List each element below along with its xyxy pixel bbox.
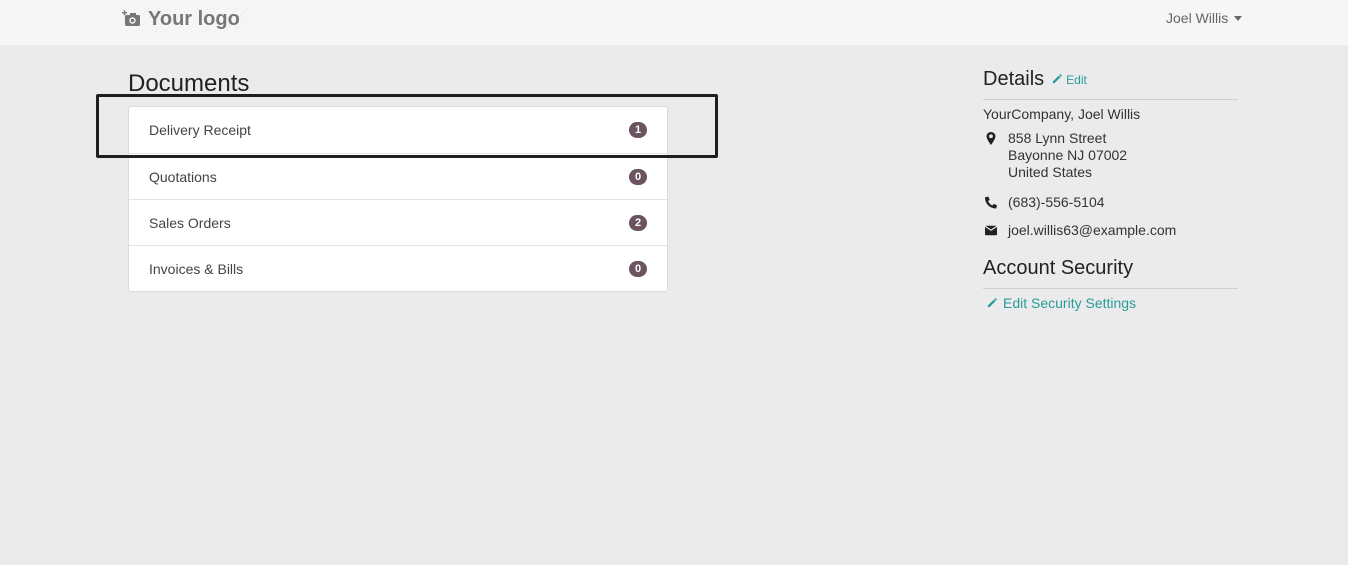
user-name: Joel Willis <box>1166 10 1229 26</box>
edit-label: Edit <box>1066 72 1087 87</box>
security-title: Account Security <box>983 257 1134 279</box>
edit-security-label: Edit Security Settings <box>1003 295 1137 311</box>
doc-item-label: Quotations <box>149 168 217 185</box>
logo[interactable]: Your logo <box>122 6 248 32</box>
edit-details-link[interactable]: Edit <box>1052 73 1087 87</box>
documents-list: Delivery Receipt 1 Quotations 0 Sales Or… <box>128 106 668 292</box>
top-navbar: Your logo Joel Willis <box>0 0 1348 45</box>
count-badge: 1 <box>629 122 647 138</box>
doc-item-quotations[interactable]: Quotations 0 <box>129 153 667 199</box>
address-block: 858 Lynn Street Bayonne NJ 07002 United … <box>1008 130 1127 181</box>
address-line1: 858 Lynn Street <box>1008 130 1107 146</box>
details-panel: Details Edit YourCompany, Joel Willis 85… <box>983 68 1238 311</box>
email-address: joel.willis63@example.com <box>1008 222 1177 238</box>
camera-plus-icon <box>122 10 140 26</box>
doc-item-label: Sales Orders <box>149 214 231 231</box>
doc-item-sales-orders[interactable]: Sales Orders 2 <box>129 199 667 245</box>
phone-icon <box>983 194 998 211</box>
count-badge: 2 <box>629 214 647 231</box>
company-name: YourCompany, Joel Willis <box>983 106 1141 122</box>
doc-item-label: Invoices & Bills <box>149 260 244 277</box>
details-header: Details Edit <box>983 68 1238 100</box>
envelope-icon <box>983 222 998 239</box>
edit-security-settings-link[interactable]: Edit Security Settings <box>983 295 1238 311</box>
details-title: Details <box>983 68 1045 90</box>
security-header: Account Security <box>983 257 1238 289</box>
phone-number: (683)-556-5104 <box>1008 194 1105 210</box>
count-badge: 0 <box>629 260 647 277</box>
address-row: 858 Lynn Street Bayonne NJ 07002 United … <box>983 130 1238 181</box>
documents-title: Documents <box>128 70 250 97</box>
logo-text: Your logo <box>148 7 240 30</box>
pencil-icon <box>1052 73 1063 87</box>
doc-item-invoices-bills[interactable]: Invoices & Bills 0 <box>129 245 667 291</box>
count-badge: 0 <box>629 168 647 185</box>
pencil-icon <box>987 295 998 311</box>
address-line3: United States <box>1008 164 1093 180</box>
doc-item-label: Delivery Receipt <box>149 122 251 138</box>
doc-item-delivery-receipt[interactable]: Delivery Receipt 1 <box>129 107 667 153</box>
phone-row: (683)-556-5104 <box>983 194 1238 211</box>
caret-down-icon <box>1234 16 1243 21</box>
email-row: joel.willis63@example.com <box>983 222 1238 239</box>
address-line2: Bayonne NJ 07002 <box>1008 147 1128 163</box>
user-menu-dropdown[interactable]: Joel Willis <box>1166 10 1243 26</box>
map-marker-icon <box>983 130 998 181</box>
